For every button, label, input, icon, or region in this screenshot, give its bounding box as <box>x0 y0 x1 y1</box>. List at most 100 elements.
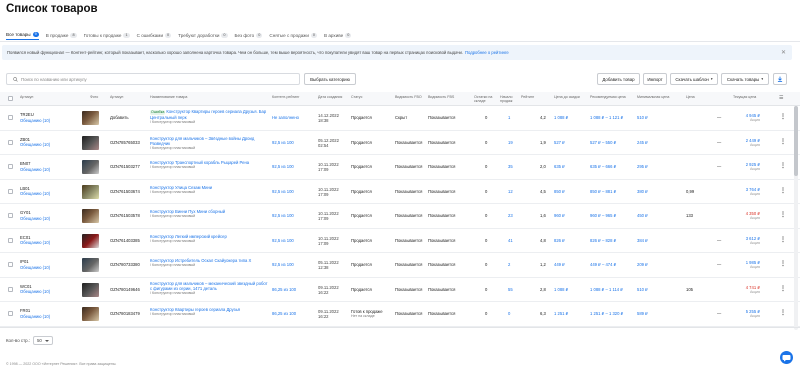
table-row[interactable]: TR2EU Обещанию (10) Добавить Ошибка Конструк… <box>0 106 800 131</box>
product-thumbnail[interactable] <box>82 307 99 321</box>
col-rating[interactable]: Рейтинг <box>521 95 547 99</box>
settings-icon[interactable]: ☰ <box>779 95 783 101</box>
price-before-discount[interactable]: 1 088 ₽ <box>554 115 568 120</box>
table-row[interactable]: FR01 Обещанию (10) OZN780183479 Конструктор… <box>0 302 800 327</box>
download-icon-button[interactable] <box>773 73 787 85</box>
product-name-link[interactable]: Конструктор для мальчиков – Звёздные вой… <box>150 136 254 146</box>
content-rating[interactable]: 86,25 из 100 <box>272 287 296 292</box>
content-rating[interactable]: 92,5 из 100 <box>272 262 294 267</box>
sales-value[interactable]: 12 <box>508 189 513 194</box>
tab-no-photo[interactable]: Без фото 0 <box>235 30 263 40</box>
price-before-discount[interactable]: 527 ₽ <box>554 140 565 145</box>
content-rating[interactable]: 92,5 из 100 <box>272 189 294 194</box>
sku-cell[interactable]: OZN780149646 <box>110 287 140 292</box>
more-actions-icon[interactable]: ⋮ <box>780 309 786 316</box>
sales-value[interactable]: 23 <box>508 213 513 218</box>
sku-cell[interactable]: OZN780183479 <box>110 311 140 316</box>
col-price[interactable]: Цена <box>686 95 695 99</box>
min-price[interactable]: 380 ₽ <box>637 189 648 194</box>
more-actions-icon[interactable]: ⋮ <box>780 236 786 243</box>
table-row[interactable]: LB01 Обещанию (10) OZN761503674 Конструктор… <box>0 180 800 204</box>
download-template-button[interactable]: Скачать шаблон ▾ <box>670 73 718 85</box>
col-stock[interactable]: Остатки на складе <box>474 95 494 103</box>
seller-link[interactable]: Обещанию (10) <box>20 118 50 124</box>
content-rating[interactable]: 92,5 из 100 <box>272 213 294 218</box>
more-actions-icon[interactable]: ⋮ <box>780 113 786 120</box>
product-thumbnail[interactable] <box>82 135 99 150</box>
tab-ready[interactable]: Готовы к продаже 1 <box>84 30 130 40</box>
tab-on-sale[interactable]: В продаже 8 <box>46 30 77 40</box>
row-checkbox[interactable] <box>8 237 13 243</box>
product-name-link[interactable]: Конструктор Улица Сезам Мини <box>150 185 212 190</box>
price-before-discount[interactable]: 826 ₽ <box>554 238 565 243</box>
select-all-checkbox[interactable] <box>8 96 13 101</box>
sales-value[interactable]: 55 <box>508 287 513 292</box>
seller-link[interactable]: Обещанию (10) <box>20 191 50 197</box>
col-price-before[interactable]: Цена до скидки <box>554 95 580 99</box>
content-rating[interactable]: 92,5 из 100 <box>272 238 294 243</box>
more-actions-icon[interactable]: ⋮ <box>780 187 786 194</box>
more-actions-icon[interactable]: ⋮ <box>780 211 786 218</box>
col-status[interactable]: Статус <box>351 95 362 99</box>
seller-link[interactable]: Обещанию (10) <box>20 314 50 320</box>
scrollbar-thumb[interactable] <box>794 106 798 176</box>
table-scrollbar[interactable] <box>794 106 798 330</box>
price-before-discount[interactable]: 635 ₽ <box>554 164 565 169</box>
row-checkbox[interactable] <box>8 262 13 267</box>
sku-cell[interactable]: OZN761503578 <box>110 213 140 218</box>
search-input[interactable]: Поиск по названию или артикулу <box>6 73 300 85</box>
product-thumbnail[interactable] <box>82 160 99 174</box>
product-thumbnail[interactable] <box>82 233 99 248</box>
tab-archive[interactable]: В архиве 0 <box>324 30 352 40</box>
more-actions-icon[interactable]: ⋮ <box>780 260 786 267</box>
recommended-price[interactable]: 826 ₽ – 828 ₽ <box>590 238 616 243</box>
choose-category-button[interactable]: Выбрать категорию <box>304 73 356 85</box>
col-article[interactable]: Артикул <box>20 95 33 99</box>
min-price[interactable]: 295 ₽ <box>637 164 648 169</box>
sales-value[interactable]: 19 <box>508 140 513 145</box>
seller-link[interactable]: Обещанию (10) <box>20 240 50 246</box>
price-before-discount[interactable]: 960 ₽ <box>554 213 565 218</box>
chat-button[interactable] <box>780 351 793 364</box>
tab-withdrawn[interactable]: Снятые с продажи 0 <box>269 30 318 40</box>
import-button[interactable]: Импорт <box>643 73 667 85</box>
more-actions-icon[interactable]: ⋮ <box>780 285 786 292</box>
product-thumbnail[interactable] <box>82 111 99 125</box>
seller-link[interactable]: Обещанию (10) <box>20 289 50 295</box>
sales-value[interactable]: 41 <box>508 238 513 243</box>
row-checkbox[interactable] <box>8 164 13 169</box>
content-rating[interactable]: 86,25 из 100 <box>272 311 296 316</box>
recommended-price[interactable]: 635 ₽ – 666 ₽ <box>590 164 616 169</box>
sales-value[interactable]: 0 <box>508 311 510 316</box>
sku-cell[interactable]: OZN780733380 <box>110 262 140 267</box>
table-row[interactable]: GY01 Обещанию (10) OZN761503578 Конструктор… <box>0 204 800 229</box>
min-price[interactable]: 245 ₽ <box>637 140 648 145</box>
col-sku[interactable]: Артикул <box>110 95 123 99</box>
recommended-price[interactable]: 850 ₽ – 881 ₽ <box>590 189 616 194</box>
min-price[interactable]: 384 ₽ <box>637 238 648 243</box>
col-name[interactable]: Наименование товара <box>150 95 187 99</box>
seller-link[interactable]: Обещанию (10) <box>20 142 50 148</box>
product-name-link[interactable]: Конструктор для мальчиков – механический… <box>150 281 268 291</box>
table-row[interactable]: WC01 Обещанию (10) OZN780149646 Конструктор… <box>0 278 800 302</box>
seller-link[interactable]: Обещанию (10) <box>20 265 50 271</box>
page-size-select[interactable]: 50 <box>32 336 53 345</box>
sku-cell[interactable]: OZN761503277 <box>110 164 140 169</box>
add-product-button[interactable]: Добавить товар <box>597 73 640 85</box>
product-name-link[interactable]: Конструктор Легкий имперский крейсер <box>150 234 227 239</box>
recommended-price[interactable]: 449 ₽ – 474 ₽ <box>590 262 616 267</box>
product-thumbnail[interactable] <box>82 184 99 199</box>
price-before-discount[interactable]: 850 ₽ <box>554 189 565 194</box>
table-row[interactable]: BN07 Обещанию (10) OZN761503277 Конструктор… <box>0 155 800 180</box>
min-price[interactable]: 589 ₽ <box>637 311 648 316</box>
more-actions-icon[interactable]: ⋮ <box>780 138 786 145</box>
sales-value[interactable]: 2 <box>508 262 510 267</box>
table-row[interactable]: ZB01 Обещанию (10) OZN785765033 Конструктор… <box>0 131 800 155</box>
sku-cell[interactable]: OZN785765033 <box>110 140 140 145</box>
tab-needs-work[interactable]: Требуют доработки 0 <box>178 30 228 40</box>
tab-errors[interactable]: С ошибками 0 <box>137 30 172 40</box>
col-content[interactable]: Контент-рейтинг <box>272 95 299 99</box>
min-price[interactable]: 450 ₽ <box>637 213 648 218</box>
seller-link[interactable]: Обещанию (10) <box>20 167 50 173</box>
min-price[interactable]: 510 ₽ <box>637 287 648 292</box>
